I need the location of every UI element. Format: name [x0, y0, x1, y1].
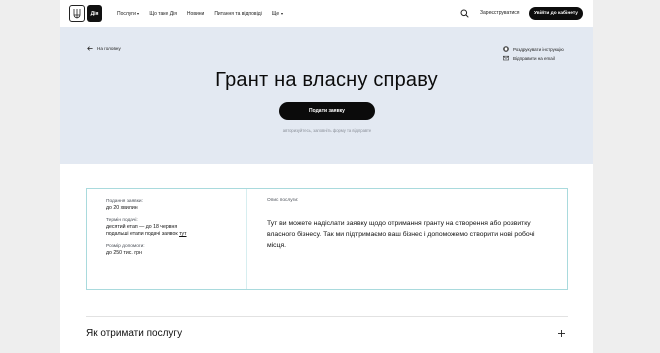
page-title: Грант на власну справу [215, 69, 438, 91]
card-divider [246, 189, 247, 289]
arrow-left-icon [87, 46, 93, 51]
page-frame: Дія Послуги Що таке Дія Новини Питання т… [60, 0, 593, 353]
nav-item-what-is-diia[interactable]: Що таке Дія [149, 11, 177, 17]
back-link[interactable]: На головну [87, 46, 121, 51]
search-icon[interactable] [460, 9, 469, 18]
info-value: до 20 хвилин [106, 205, 138, 211]
description-text: Тут ви можете надіслати заявку щодо отри… [267, 220, 535, 249]
service-facts: Подання заявки: до 20 хвилин Термін пода… [106, 198, 241, 262]
login-button[interactable]: Увійти до кабінету [529, 7, 583, 20]
info-label: Розмір допомоги: [106, 244, 145, 249]
nav-item-label: Послуги [117, 10, 136, 17]
info-value-line-2: подальші етапи подачі заявок тут [106, 231, 241, 238]
chevron-down-icon [137, 12, 140, 15]
site-header: Дія Послуги Що таке Дія Новини Питання т… [60, 0, 593, 27]
service-info-card: Подання заявки: до 20 хвилин Термін пода… [86, 188, 568, 290]
nav-item-label: Що таке Дія [149, 10, 177, 17]
back-link-label: На головну [97, 46, 121, 51]
print-instructions-link[interactable]: Роздрукувати інструкцію [503, 46, 564, 52]
print-icon [503, 46, 509, 52]
send-email-link[interactable]: Відправити на email [503, 55, 555, 61]
info-value: десятий етап — до 18 червня [106, 224, 178, 230]
accordion-title[interactable]: Як отримати послугу [86, 328, 182, 339]
info-value-text: подальші етапи подачі заявок [106, 231, 178, 237]
mail-icon [503, 55, 509, 61]
stages-link[interactable]: тут [179, 231, 186, 237]
nav-item-services[interactable]: Послуги [117, 10, 140, 17]
deadline-block: Термін подачі: десятий етап — до 18 черв… [106, 217, 241, 238]
trident-logo-icon[interactable] [69, 5, 85, 22]
nav-item-faq[interactable]: Питання та відповіді [214, 11, 261, 17]
description-label: Опис послуги: [267, 198, 299, 203]
apply-button[interactable]: Подати заявку [279, 102, 375, 120]
trident-icon [73, 9, 81, 19]
nav-item-label: Питання та відповіді [214, 10, 262, 17]
info-value: до 250 тис. грн [106, 250, 142, 256]
hero-section: На головну Роздрукувати інструкцію Відпр… [60, 27, 593, 164]
chevron-down-icon [280, 12, 283, 15]
email-link-label: Відправити на email [513, 55, 555, 61]
register-link[interactable]: Зареєструватися [480, 0, 520, 27]
plus-icon[interactable] [557, 329, 566, 338]
nav-item-label: Новини [186, 10, 205, 17]
main-nav: Послуги Що таке Дія Новини Питання та ві… [117, 0, 293, 27]
info-label: Подання заявки: [106, 199, 143, 204]
nav-item-news[interactable]: Новини [187, 11, 204, 17]
diia-logo[interactable]: Дія [87, 5, 102, 22]
apply-note: авторизуйтесь, заповніть форму та відпра… [282, 128, 372, 133]
nav-item-label: Ще [271, 10, 280, 17]
print-link-label: Роздрукувати інструкцію [513, 46, 564, 52]
accordion-divider [86, 316, 568, 317]
grant-amount-block: Розмір допомоги: до 250 тис. грн [106, 243, 241, 257]
submission-time-block: Подання заявки: до 20 хвилин [106, 198, 241, 212]
info-label: Термін подачі: [106, 218, 138, 223]
nav-item-more[interactable]: Ще [272, 11, 283, 17]
